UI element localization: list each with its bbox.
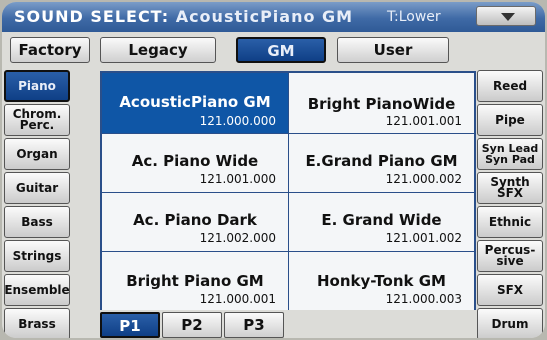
page-tab-p2[interactable]: P2 [162, 312, 222, 338]
title-bar: SOUND SELECT: AcousticPiano GM T:Lower [2, 2, 545, 32]
sound-name: E. Grand Wide [321, 211, 442, 229]
sound-code: 121.000.003 [385, 292, 462, 306]
tab-factory[interactable]: Factory [10, 37, 90, 63]
category-synth-sfx[interactable]: Synth SFX [477, 172, 543, 204]
sound-name: Honky-Tonk GM [317, 272, 446, 290]
sound-code: 121.001.002 [385, 231, 462, 245]
page-title: SOUND SELECT: AcousticPiano GM [14, 7, 353, 26]
title-sound-name: AcousticPiano GM [175, 7, 354, 26]
part-indicator: T:Lower [387, 9, 441, 25]
category-bass[interactable]: Bass [4, 206, 70, 238]
sound-name: Bright Piano GM [126, 272, 264, 290]
page-tab-p1[interactable]: P1 [100, 312, 160, 338]
category-reed[interactable]: Reed [477, 70, 543, 102]
sound-cell-2[interactable]: Bright PianoWide 121.001.001 [289, 73, 474, 133]
page-tabs: P1 P2 P3 [100, 310, 476, 338]
menu-button[interactable] [476, 6, 536, 26]
sound-code: 121.001.001 [385, 114, 462, 128]
tab-user[interactable]: User [337, 37, 449, 63]
category-strings[interactable]: Strings [4, 240, 70, 272]
category-sfx[interactable]: SFX [477, 274, 543, 306]
sound-cell-6[interactable]: E. Grand Wide 121.001.002 [289, 193, 474, 251]
category-chrom-perc[interactable]: Chrom. Perc. [4, 104, 70, 136]
sound-code: 121.002.000 [199, 231, 276, 245]
tab-legacy[interactable]: Legacy [100, 37, 216, 63]
grid-divider [102, 192, 474, 193]
category-pipe[interactable]: Pipe [477, 104, 543, 136]
sound-name: Ac. Piano Wide [131, 152, 259, 170]
category-guitar[interactable]: Guitar [4, 172, 70, 204]
sound-code: 121.000.002 [385, 172, 462, 186]
category-syn-lead-syn-pad[interactable]: Syn Lead Syn Pad [477, 138, 543, 170]
category-ethnic[interactable]: Ethnic [477, 206, 543, 238]
sound-cell-1[interactable]: AcousticPiano GM 121.000.000 [102, 73, 288, 133]
sound-name: Ac. Piano Dark [133, 211, 257, 229]
page-tab-p3[interactable]: P3 [224, 312, 284, 338]
category-drum[interactable]: Drum [477, 308, 543, 338]
sound-code: 121.000.001 [199, 292, 276, 306]
sound-cell-7[interactable]: Bright Piano GM 121.000.001 [102, 252, 288, 313]
bank-tabs: Factory Legacy GM User [2, 34, 545, 66]
sound-name: AcousticPiano GM [119, 93, 271, 111]
grid-divider [288, 73, 289, 313]
tab-gm[interactable]: GM [236, 37, 326, 63]
category-ensemble[interactable]: Ensemble [4, 274, 70, 306]
grid-divider [102, 251, 474, 252]
chevron-down-icon [501, 13, 515, 21]
grid-divider [102, 133, 474, 134]
sound-cell-5[interactable]: Ac. Piano Dark 121.002.000 [102, 193, 288, 251]
sound-name: E.Grand Piano GM [305, 152, 458, 170]
sound-code: 121.000.000 [199, 114, 276, 128]
sound-name: Bright PianoWide [307, 95, 456, 113]
category-brass[interactable]: Brass [4, 308, 70, 338]
sound-select-window: SOUND SELECT: AcousticPiano GM T:Lower F… [2, 2, 545, 338]
sound-cell-8[interactable]: Honky-Tonk GM 121.000.003 [289, 252, 474, 313]
sound-code: 121.001.000 [199, 172, 276, 186]
sound-grid: AcousticPiano GM 121.000.000 Bright Pian… [100, 71, 476, 315]
sound-cell-4[interactable]: E.Grand Piano GM 121.000.002 [289, 134, 474, 192]
category-organ[interactable]: Organ [4, 138, 70, 170]
sound-cell-3[interactable]: Ac. Piano Wide 121.001.000 [102, 134, 288, 192]
title-prefix: SOUND SELECT: [14, 7, 176, 26]
category-piano[interactable]: Piano [4, 70, 70, 102]
category-percussive[interactable]: Percus- sive [477, 240, 543, 272]
